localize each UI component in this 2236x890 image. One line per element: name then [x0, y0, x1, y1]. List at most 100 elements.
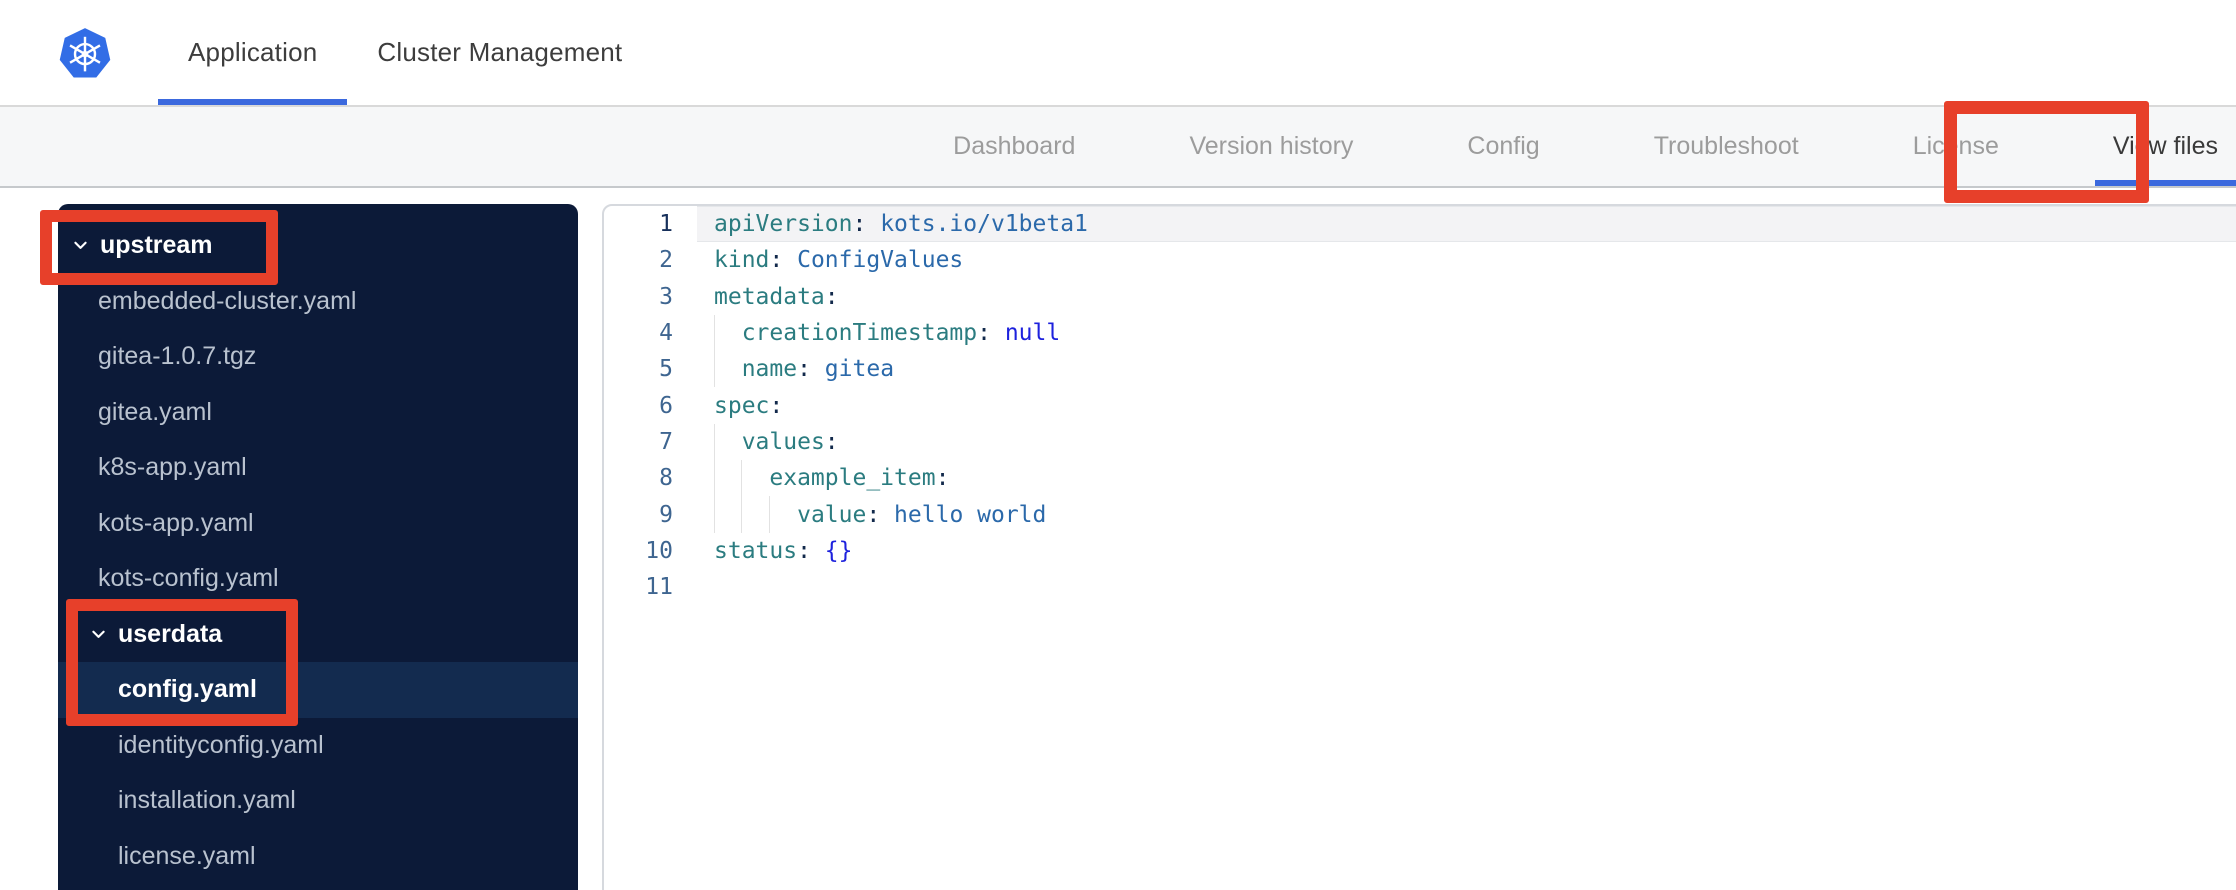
header-tab-application[interactable]: Application — [158, 0, 348, 105]
chevron-down-icon — [92, 630, 105, 638]
code-line-6: 6 spec: — [604, 387, 2236, 423]
tree-file-gitea-1-0-7-tgz[interactable]: gitea-1.0.7.tgz — [58, 329, 578, 385]
line-number-8: 8 — [659, 465, 673, 492]
line-number-9: 9 — [659, 501, 673, 528]
line-content[interactable]: values: — [697, 423, 2236, 461]
token-punct: : — [935, 465, 950, 492]
tree-file-k8s-app-yaml[interactable]: k8s-app.yaml — [58, 440, 578, 496]
app-subnav: Dashboard Version history Config Troublesho… — [0, 107, 2236, 188]
line-content[interactable]: metadata: — [697, 279, 2236, 315]
token-key: status — [714, 537, 798, 564]
code-text: name: gitea — [697, 356, 894, 382]
nav-tab-version-history[interactable]: Version history — [1171, 107, 1371, 186]
line-content[interactable]: apiVersion: kots.io/v1beta1 — [697, 206, 2236, 243]
code-view: 1 apiVersion: kots.io/v1beta1 2 kind: Confi… — [604, 206, 2236, 605]
line-content[interactable]: value: hello world — [697, 496, 2236, 533]
token-value: hello world — [880, 501, 1047, 528]
line-number-6: 6 — [659, 392, 673, 419]
header-tabs: Application Cluster Management — [158, 0, 652, 105]
header-tab-cluster-management[interactable]: Cluster Management — [347, 0, 652, 105]
tree-item-label: config.yaml — [118, 675, 257, 704]
code-text: values: — [697, 429, 839, 455]
kubernetes-logo-icon — [59, 27, 111, 77]
line-content[interactable] — [697, 569, 2236, 605]
code-line-3: 3 metadata: — [604, 279, 2236, 315]
tree-file-kots-config-yaml[interactable]: kots-config.yaml — [58, 551, 578, 607]
code-text: status: {} — [697, 538, 853, 564]
line-content[interactable]: spec: — [697, 387, 2236, 423]
line-content[interactable]: status: {} — [697, 533, 2236, 569]
token-punct: : — [769, 392, 784, 419]
token-key: kind — [714, 247, 770, 274]
line-content[interactable]: kind: ConfigValues — [697, 242, 2236, 278]
nav-tab-troubleshoot[interactable]: Troubleshoot — [1636, 107, 1817, 186]
tree-folder-upstream[interactable]: upstream — [58, 218, 578, 274]
tree-file-identityconfig-yaml[interactable]: identityconfig.yaml — [58, 718, 578, 774]
indent-guide — [713, 460, 715, 497]
code-line-11: 11 — [604, 569, 2236, 605]
file-tree-sidebar: upstream embedded-cluster.yaml gitea-1.0.7… — [58, 204, 578, 890]
code-line-8: 8 example_item: — [604, 460, 2236, 497]
token-value: gitea — [810, 356, 895, 383]
token-punct: : — [797, 356, 811, 383]
line-number-11: 11 — [645, 574, 673, 601]
line-number-10: 10 — [645, 537, 673, 564]
token-punct: : — [977, 320, 991, 347]
nav-tab-license[interactable]: License — [1895, 107, 2017, 186]
code-line-1: 1 apiVersion: kots.io/v1beta1 — [604, 206, 2236, 243]
line-content[interactable]: name: gitea — [697, 351, 2236, 388]
line-number-5: 5 — [659, 356, 673, 383]
token-punct: : — [797, 537, 811, 564]
code-text: apiVersion: kots.io/v1beta1 — [697, 211, 1088, 237]
tree-file-installation-yaml[interactable]: installation.yaml — [58, 773, 578, 829]
line-number-4: 4 — [659, 320, 673, 347]
tree-file-config-yaml[interactable]: config.yaml — [58, 662, 578, 718]
code-line-5: 5 name: gitea — [604, 351, 2236, 388]
code-line-7: 7 values: — [604, 423, 2236, 461]
code-line-2: 2 kind: ConfigValues — [604, 242, 2236, 278]
code-text: spec: — [697, 393, 783, 419]
line-content[interactable]: example_item: — [697, 460, 2236, 497]
nav-tab-config[interactable]: Config — [1449, 107, 1557, 186]
token-punct: : — [824, 428, 839, 455]
code-line-4: 4 creationTimestamp: null — [604, 314, 2236, 352]
line-number-7: 7 — [659, 428, 673, 455]
indent-guide — [741, 460, 743, 497]
line-number-3: 3 — [659, 283, 673, 310]
tree-item-label: identityconfig.yaml — [118, 730, 324, 759]
tree-file-license-yaml[interactable]: license.yaml — [58, 829, 578, 885]
tree-item-label: installation.yaml — [118, 786, 296, 815]
token-keyword: null — [990, 320, 1061, 347]
tree-item-label: gitea-1.0.7.tgz — [98, 342, 257, 371]
chevron-down-icon — [74, 241, 87, 250]
indent-guide — [713, 314, 715, 352]
tree-folder-userdata[interactable]: userdata — [58, 607, 578, 663]
token-key: example_item — [769, 465, 936, 492]
tree-file-kots-app-yaml[interactable]: kots-app.yaml — [58, 496, 578, 552]
app-header: Application Cluster Management — [0, 0, 2236, 107]
tree-item-label: license.yaml — [118, 841, 256, 870]
code-text: creationTimestamp: null — [697, 320, 1061, 347]
yaml-file-editor[interactable]: 1 apiVersion: kots.io/v1beta1 2 kind: Confi… — [602, 204, 2236, 890]
nav-tab-view-files[interactable]: View files — [2094, 107, 2236, 186]
tree-file-embedded-cluster-yaml[interactable]: embedded-cluster.yaml — [58, 274, 578, 330]
code-line-10: 10 status: {} — [604, 533, 2236, 569]
token-keyword: {} — [810, 537, 853, 564]
nav-tab-dashboard[interactable]: Dashboard — [935, 107, 1093, 186]
token-punct: : — [866, 501, 881, 528]
code-text: value: hello world — [697, 502, 1046, 528]
tree-item-label: userdata — [118, 619, 223, 648]
token-key: spec — [714, 392, 770, 419]
token-value: kots.io/v1beta1 — [866, 211, 1088, 238]
code-text: metadata: — [697, 284, 839, 310]
tree-item-label: kots-config.yaml — [98, 564, 279, 593]
line-content[interactable]: creationTimestamp: null — [697, 314, 2236, 352]
token-key: apiVersion — [714, 211, 853, 238]
token-key: name — [741, 356, 798, 383]
token-key: value — [797, 501, 867, 528]
tree-file-gitea-yaml[interactable]: gitea.yaml — [58, 385, 578, 441]
code-line-9: 9 value: hello world — [604, 496, 2236, 533]
tree-item-label: gitea.yaml — [98, 397, 212, 426]
